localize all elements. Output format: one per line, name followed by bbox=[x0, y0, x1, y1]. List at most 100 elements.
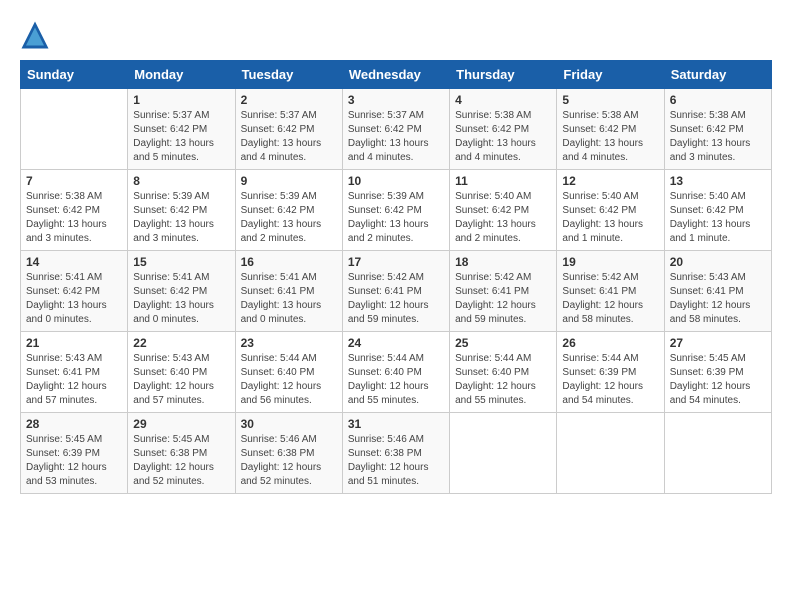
calendar-cell: 24 Sunrise: 5:44 AM Sunset: 6:40 PM Dayli… bbox=[342, 332, 449, 413]
cell-info: Sunrise: 5:39 AM Sunset: 6:42 PM Dayligh… bbox=[241, 190, 337, 246]
cell-info: Sunrise: 5:42 AM Sunset: 6:41 PM Dayligh… bbox=[348, 271, 444, 327]
calendar-cell: 5 Sunrise: 5:38 AM Sunset: 6:42 PM Daylig… bbox=[557, 89, 664, 170]
calendar-cell: 27 Sunrise: 5:45 AM Sunset: 6:39 PM Dayli… bbox=[664, 332, 771, 413]
day-number: 25 bbox=[455, 336, 551, 350]
calendar-cell: 11Sunrise: 5:40 AM Sunset: 6:42 PM Dayli… bbox=[450, 170, 557, 251]
calendar-table: SundayMondayTuesdayWednesdayThursdayFrid… bbox=[20, 60, 772, 494]
calendar-cell: 16 Sunrise: 5:41 AM Sunset: 6:41 PM Dayli… bbox=[235, 251, 342, 332]
header-day-saturday: Saturday bbox=[664, 61, 771, 89]
calendar-cell: 22 Sunrise: 5:43 AM Sunset: 6:40 PM Dayli… bbox=[128, 332, 235, 413]
cell-info: Sunrise: 5:40 AM Sunset: 6:42 PM Dayligh… bbox=[455, 190, 551, 246]
calendar-week-5: 28Sunrise: 5:45 AM Sunset: 6:39 PM Dayli… bbox=[21, 413, 772, 494]
cell-info: Sunrise: 5:37 AM Sunset: 6:42 PM Dayligh… bbox=[348, 109, 444, 165]
day-number: 6 bbox=[670, 93, 766, 107]
day-number: 12 bbox=[562, 174, 658, 188]
calendar-cell: 14 Sunrise: 5:41 AM Sunset: 6:42 PM Dayli… bbox=[21, 251, 128, 332]
calendar-cell: 17 Sunrise: 5:42 AM Sunset: 6:41 PM Dayli… bbox=[342, 251, 449, 332]
day-number: 16 bbox=[241, 255, 337, 269]
day-number: 19 bbox=[562, 255, 658, 269]
header-day-tuesday: Tuesday bbox=[235, 61, 342, 89]
calendar-cell bbox=[664, 413, 771, 494]
calendar-cell bbox=[450, 413, 557, 494]
day-number: 5 bbox=[562, 93, 658, 107]
day-number: 10 bbox=[348, 174, 444, 188]
cell-info: Sunrise: 5:45 AM Sunset: 6:39 PM Dayligh… bbox=[26, 433, 122, 489]
day-number: 4 bbox=[455, 93, 551, 107]
cell-info: Sunrise: 5:39 AM Sunset: 6:42 PM Dayligh… bbox=[348, 190, 444, 246]
cell-info: Sunrise: 5:45 AM Sunset: 6:39 PM Dayligh… bbox=[670, 352, 766, 408]
cell-info: Sunrise: 5:40 AM Sunset: 6:42 PM Dayligh… bbox=[670, 190, 766, 246]
cell-info: Sunrise: 5:41 AM Sunset: 6:42 PM Dayligh… bbox=[26, 271, 122, 327]
calendar-cell: 28Sunrise: 5:45 AM Sunset: 6:39 PM Dayli… bbox=[21, 413, 128, 494]
day-number: 14 bbox=[26, 255, 122, 269]
calendar-cell: 6 Sunrise: 5:38 AM Sunset: 6:42 PM Daylig… bbox=[664, 89, 771, 170]
calendar-cell: 31 Sunrise: 5:46 AM Sunset: 6:38 PM Dayli… bbox=[342, 413, 449, 494]
cell-info: Sunrise: 5:46 AM Sunset: 6:38 PM Dayligh… bbox=[348, 433, 444, 489]
cell-info: Sunrise: 5:43 AM Sunset: 6:40 PM Dayligh… bbox=[133, 352, 229, 408]
calendar-cell: 15 Sunrise: 5:41 AM Sunset: 6:42 PM Dayli… bbox=[128, 251, 235, 332]
header-row: SundayMondayTuesdayWednesdayThursdayFrid… bbox=[21, 61, 772, 89]
calendar-body: 1 Sunrise: 5:37 AM Sunset: 6:42 PM Daylig… bbox=[21, 89, 772, 494]
day-number: 27 bbox=[670, 336, 766, 350]
calendar-cell: 9 Sunrise: 5:39 AM Sunset: 6:42 PM Daylig… bbox=[235, 170, 342, 251]
calendar-cell: 4 Sunrise: 5:38 AM Sunset: 6:42 PM Daylig… bbox=[450, 89, 557, 170]
cell-info: Sunrise: 5:44 AM Sunset: 6:40 PM Dayligh… bbox=[348, 352, 444, 408]
logo-icon bbox=[20, 20, 50, 50]
cell-info: Sunrise: 5:44 AM Sunset: 6:40 PM Dayligh… bbox=[455, 352, 551, 408]
cell-info: Sunrise: 5:44 AM Sunset: 6:40 PM Dayligh… bbox=[241, 352, 337, 408]
cell-info: Sunrise: 5:43 AM Sunset: 6:41 PM Dayligh… bbox=[26, 352, 122, 408]
day-number: 30 bbox=[241, 417, 337, 431]
cell-info: Sunrise: 5:40 AM Sunset: 6:42 PM Dayligh… bbox=[562, 190, 658, 246]
cell-info: Sunrise: 5:42 AM Sunset: 6:41 PM Dayligh… bbox=[562, 271, 658, 327]
day-number: 24 bbox=[348, 336, 444, 350]
calendar-cell: 30Sunrise: 5:46 AM Sunset: 6:38 PM Dayli… bbox=[235, 413, 342, 494]
day-number: 7 bbox=[26, 174, 122, 188]
header-day-wednesday: Wednesday bbox=[342, 61, 449, 89]
calendar-cell: 12 Sunrise: 5:40 AM Sunset: 6:42 PM Dayli… bbox=[557, 170, 664, 251]
cell-info: Sunrise: 5:38 AM Sunset: 6:42 PM Dayligh… bbox=[670, 109, 766, 165]
day-number: 2 bbox=[241, 93, 337, 107]
day-number: 13 bbox=[670, 174, 766, 188]
calendar-cell: 8Sunrise: 5:39 AM Sunset: 6:42 PM Daylig… bbox=[128, 170, 235, 251]
calendar-cell: 3 Sunrise: 5:37 AM Sunset: 6:42 PM Daylig… bbox=[342, 89, 449, 170]
header-day-monday: Monday bbox=[128, 61, 235, 89]
calendar-cell bbox=[21, 89, 128, 170]
day-number: 21 bbox=[26, 336, 122, 350]
calendar-cell: 2 Sunrise: 5:37 AM Sunset: 6:42 PM Daylig… bbox=[235, 89, 342, 170]
cell-info: Sunrise: 5:38 AM Sunset: 6:42 PM Dayligh… bbox=[455, 109, 551, 165]
calendar-cell: 13 Sunrise: 5:40 AM Sunset: 6:42 PM Dayli… bbox=[664, 170, 771, 251]
logo bbox=[20, 20, 54, 50]
calendar-header: SundayMondayTuesdayWednesdayThursdayFrid… bbox=[21, 61, 772, 89]
calendar-cell: 10 Sunrise: 5:39 AM Sunset: 6:42 PM Dayli… bbox=[342, 170, 449, 251]
day-number: 31 bbox=[348, 417, 444, 431]
day-number: 29 bbox=[133, 417, 229, 431]
header-day-friday: Friday bbox=[557, 61, 664, 89]
cell-info: Sunrise: 5:41 AM Sunset: 6:41 PM Dayligh… bbox=[241, 271, 337, 327]
calendar-cell: 7 Sunrise: 5:38 AM Sunset: 6:42 PM Daylig… bbox=[21, 170, 128, 251]
day-number: 26 bbox=[562, 336, 658, 350]
cell-info: Sunrise: 5:37 AM Sunset: 6:42 PM Dayligh… bbox=[241, 109, 337, 165]
day-number: 9 bbox=[241, 174, 337, 188]
calendar-cell: 26Sunrise: 5:44 AM Sunset: 6:39 PM Dayli… bbox=[557, 332, 664, 413]
calendar-week-3: 14 Sunrise: 5:41 AM Sunset: 6:42 PM Dayli… bbox=[21, 251, 772, 332]
day-number: 15 bbox=[133, 255, 229, 269]
cell-info: Sunrise: 5:39 AM Sunset: 6:42 PM Dayligh… bbox=[133, 190, 229, 246]
calendar-cell: 23 Sunrise: 5:44 AM Sunset: 6:40 PM Dayli… bbox=[235, 332, 342, 413]
calendar-cell: 18Sunrise: 5:42 AM Sunset: 6:41 PM Dayli… bbox=[450, 251, 557, 332]
cell-info: Sunrise: 5:37 AM Sunset: 6:42 PM Dayligh… bbox=[133, 109, 229, 165]
cell-info: Sunrise: 5:41 AM Sunset: 6:42 PM Dayligh… bbox=[133, 271, 229, 327]
day-number: 1 bbox=[133, 93, 229, 107]
calendar-week-1: 1 Sunrise: 5:37 AM Sunset: 6:42 PM Daylig… bbox=[21, 89, 772, 170]
calendar-cell: 19 Sunrise: 5:42 AM Sunset: 6:41 PM Dayli… bbox=[557, 251, 664, 332]
day-number: 22 bbox=[133, 336, 229, 350]
cell-info: Sunrise: 5:38 AM Sunset: 6:42 PM Dayligh… bbox=[26, 190, 122, 246]
day-number: 3 bbox=[348, 93, 444, 107]
header-day-sunday: Sunday bbox=[21, 61, 128, 89]
day-number: 17 bbox=[348, 255, 444, 269]
cell-info: Sunrise: 5:42 AM Sunset: 6:41 PM Dayligh… bbox=[455, 271, 551, 327]
header-day-thursday: Thursday bbox=[450, 61, 557, 89]
calendar-cell: 29 Sunrise: 5:45 AM Sunset: 6:38 PM Dayli… bbox=[128, 413, 235, 494]
day-number: 23 bbox=[241, 336, 337, 350]
cell-info: Sunrise: 5:38 AM Sunset: 6:42 PM Dayligh… bbox=[562, 109, 658, 165]
cell-info: Sunrise: 5:45 AM Sunset: 6:38 PM Dayligh… bbox=[133, 433, 229, 489]
